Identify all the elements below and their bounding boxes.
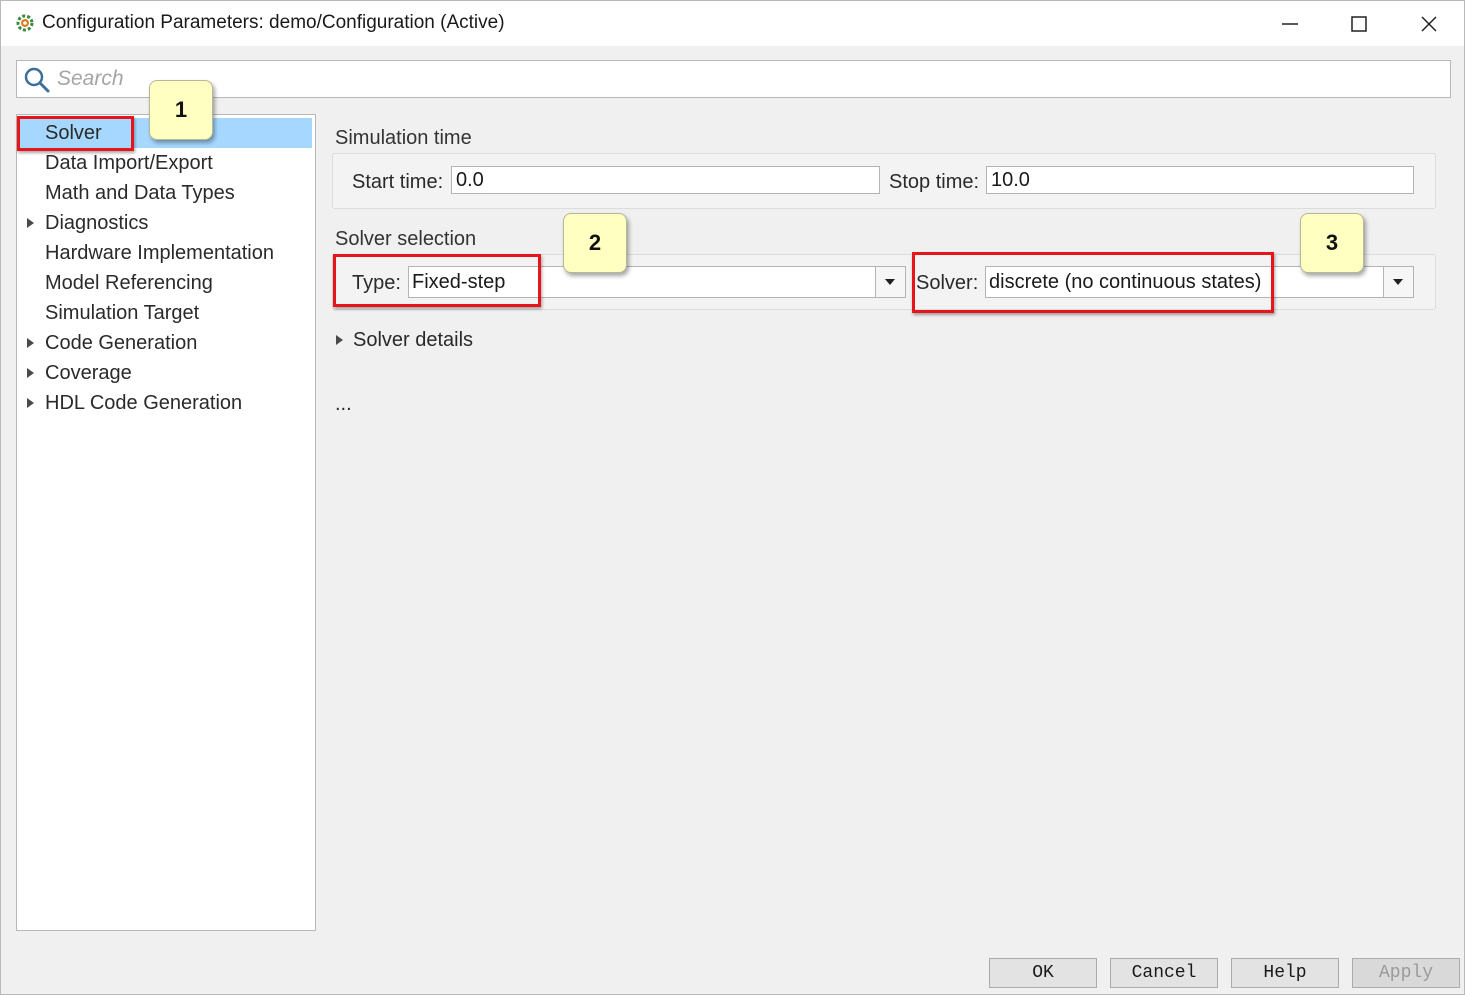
cancel-button[interactable]: Cancel: [1110, 958, 1218, 988]
tree-item-hdl-code-generation[interactable]: HDL Code Generation: [18, 388, 312, 418]
highlight-box-type: [333, 254, 541, 307]
simulation-time-title: Simulation time: [335, 127, 472, 149]
tree-item-simulation-target[interactable]: Simulation Target: [18, 298, 312, 328]
help-button[interactable]: Help: [1231, 958, 1339, 988]
dropdown-button[interactable]: [875, 267, 905, 297]
stop-time-label: Stop time:: [889, 171, 980, 193]
search-input[interactable]: [57, 65, 1437, 93]
tree-item-code-generation[interactable]: Code Generation: [18, 328, 312, 358]
highlight-box-solver: [17, 116, 134, 151]
search-icon: [24, 67, 50, 93]
tree-item-hardware-implementation[interactable]: Hardware Implementation: [18, 238, 312, 268]
start-time-label: Start time:: [352, 171, 444, 193]
window-title: Configuration Parameters: demo/Configura…: [42, 12, 505, 33]
solver-details-toggle[interactable]: Solver details: [353, 329, 473, 352]
category-tree: Solver Data Import/Export Math and Data …: [16, 114, 316, 931]
title-bar: Configuration Parameters: demo/Configura…: [1, 1, 1464, 46]
highlight-box-solver-dropdown: [912, 252, 1274, 313]
tree-item-math-and-data-types[interactable]: Math and Data Types: [18, 178, 312, 208]
tree-item-coverage[interactable]: Coverage: [18, 358, 312, 388]
tree-item-label: Model Referencing: [45, 272, 213, 294]
ok-button[interactable]: OK: [989, 958, 1097, 988]
minimize-icon: [1282, 22, 1298, 25]
tree-item-label: Diagnostics: [45, 212, 149, 234]
start-time-field[interactable]: 0.0: [451, 166, 880, 194]
tree-item-label: Math and Data Types: [45, 182, 235, 204]
callout-3: 3: [1300, 213, 1364, 273]
expand-arrow-icon[interactable]: [27, 368, 34, 378]
tree-item-label: Simulation Target: [45, 302, 200, 324]
config-params-window: Configuration Parameters: demo/Configura…: [0, 0, 1465, 995]
tree-item-diagnostics[interactable]: Diagnostics: [18, 208, 312, 238]
expand-arrow-icon[interactable]: [27, 338, 34, 348]
apply-button[interactable]: Apply: [1352, 958, 1460, 988]
maximize-icon: [1351, 15, 1367, 32]
tree-item-label: Code Generation: [45, 332, 198, 354]
tree-item-data-import-export[interactable]: Data Import/Export: [18, 148, 312, 178]
more-ellipsis: ...: [335, 393, 352, 415]
search-bar: [16, 60, 1451, 98]
stop-time-field[interactable]: 10.0: [986, 166, 1414, 194]
tree-item-model-referencing[interactable]: Model Referencing: [18, 268, 312, 298]
tree-item-label: Coverage: [45, 362, 132, 384]
close-icon: [1421, 15, 1437, 32]
minimize-button[interactable]: [1256, 1, 1324, 46]
chevron-down-icon: [1393, 279, 1403, 285]
tree-item-label: HDL Code Generation: [45, 392, 243, 414]
expand-arrow-icon[interactable]: [27, 218, 34, 228]
expand-arrow-icon[interactable]: [336, 335, 343, 345]
expand-arrow-icon[interactable]: [27, 398, 34, 408]
maximize-button[interactable]: [1325, 1, 1393, 46]
simulink-gear-icon: [16, 14, 34, 32]
callout-2: 2: [563, 213, 627, 273]
chevron-down-icon: [885, 279, 895, 285]
solver-selection-title: Solver selection: [335, 228, 477, 250]
callout-1: 1: [149, 80, 213, 140]
tree-item-label: Data Import/Export: [45, 152, 213, 174]
close-button[interactable]: [1395, 1, 1463, 46]
tree-item-label: Hardware Implementation: [45, 242, 274, 264]
dropdown-button[interactable]: [1383, 267, 1413, 297]
